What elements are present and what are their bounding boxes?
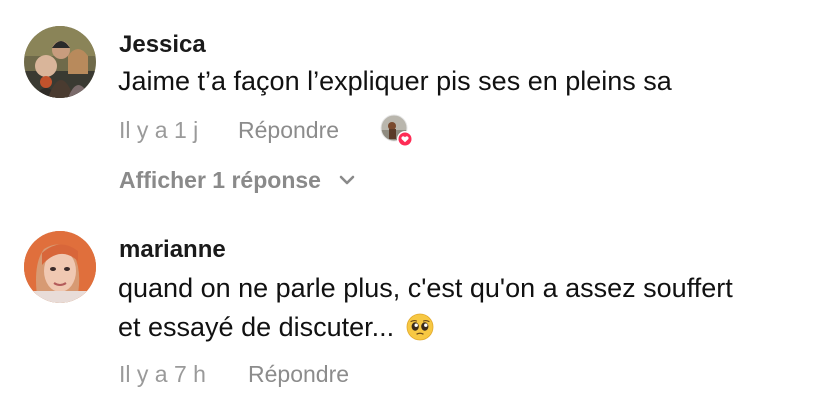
comment-username[interactable]: Jessica bbox=[119, 31, 206, 59]
comment-item: Jessica Jaime t’a façon l’expliquer pis … bbox=[0, 0, 826, 210]
chevron-down-icon bbox=[340, 176, 355, 185]
comment-timestamp: Il y a 7 h bbox=[119, 361, 206, 387]
pleading-face-icon bbox=[406, 313, 434, 341]
avatar[interactable] bbox=[24, 231, 96, 303]
comment-text-line-1: quand on ne parle plus, c'est qu'on a as… bbox=[118, 273, 733, 303]
reply-button[interactable]: Répondre bbox=[238, 117, 339, 144]
reply-button[interactable]: Répondre bbox=[248, 361, 349, 388]
avatar-photo-icon bbox=[24, 26, 96, 98]
show-replies-button[interactable]: Afficher 1 réponse bbox=[119, 167, 357, 194]
avatar[interactable] bbox=[24, 26, 96, 98]
comment-text-line-2-text: et essayé de discuter... bbox=[118, 312, 395, 342]
comment-text: Jaime t’a façon l’expliquer pis ses en p… bbox=[118, 66, 672, 96]
show-replies-label: Afficher 1 réponse bbox=[119, 167, 321, 193]
avatar-photo-icon bbox=[24, 231, 96, 303]
comment-item: marianne quand on ne parle plus, c'est q… bbox=[0, 210, 826, 406]
comment-username[interactable]: marianne bbox=[119, 236, 226, 264]
creator-liked-badge bbox=[380, 114, 413, 147]
creator-liked-icon bbox=[380, 114, 413, 147]
comment-text-line-2: et essayé de discuter...🥺 bbox=[118, 308, 434, 346]
comments-list: Jessica Jaime t’a façon l’expliquer pis … bbox=[0, 0, 826, 406]
comment-timestamp: Il y a 1 j bbox=[119, 117, 199, 143]
